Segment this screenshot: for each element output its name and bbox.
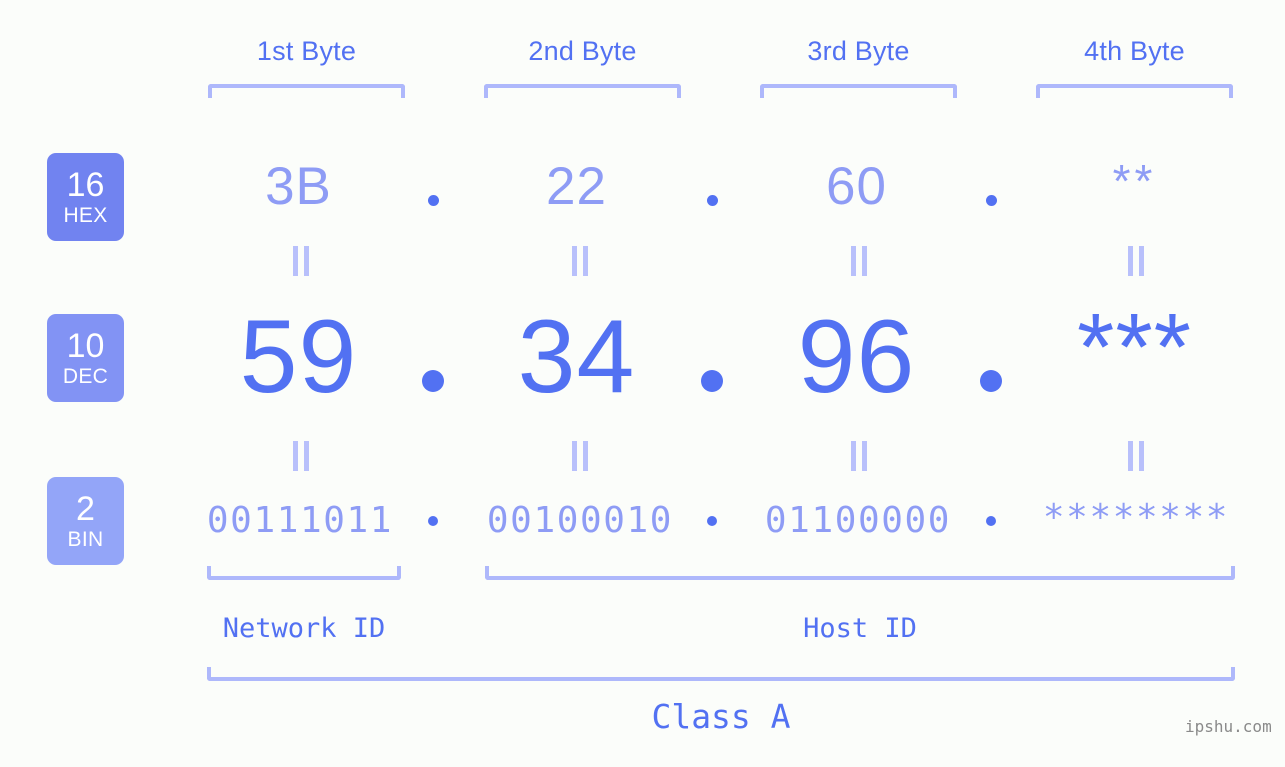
bin-separator-2 xyxy=(707,516,717,526)
site-watermark: ipshu.com xyxy=(1185,717,1272,736)
base-badge-dec-name: DEC xyxy=(62,365,109,388)
equality-mark-3-dec-bin xyxy=(849,441,869,471)
byte-bracket-top-2 xyxy=(484,84,681,98)
hex-separator-2 xyxy=(707,195,718,206)
hex-byte-4: ** xyxy=(1112,155,1157,207)
host-id-label: Host ID xyxy=(803,613,917,644)
dec-byte-4: *** xyxy=(1076,294,1193,401)
base-badge-bin-number: 2 xyxy=(76,490,95,528)
class-bracket xyxy=(207,667,1235,681)
network-id-label: Network ID xyxy=(222,613,386,644)
equality-mark-3-hex-dec xyxy=(849,246,869,276)
dec-byte-3: 96 xyxy=(797,299,916,415)
byte-header-1: 1st Byte xyxy=(256,36,357,66)
dec-byte-2: 34 xyxy=(517,299,636,415)
hex-byte-3: 60 xyxy=(826,157,887,216)
base-badge-dec-number: 10 xyxy=(66,327,105,365)
byte-bracket-top-3 xyxy=(760,84,957,98)
bin-separator-3 xyxy=(986,516,996,526)
bin-byte-4: ******** xyxy=(1042,497,1230,538)
equality-mark-4-hex-dec xyxy=(1126,246,1146,276)
ip-breakdown-diagram: 1st Byte 2nd Byte 3rd Byte 4th Byte 16 H… xyxy=(0,0,1285,767)
byte-header-2: 2nd Byte xyxy=(528,36,637,66)
base-badge-bin-name: BIN xyxy=(67,528,104,551)
bin-byte-1: 00111011 xyxy=(206,500,394,541)
equality-mark-2-dec-bin xyxy=(570,441,590,471)
bin-byte-2: 00100010 xyxy=(486,500,674,541)
equality-mark-1-dec-bin xyxy=(291,441,311,471)
dec-separator-1 xyxy=(422,370,444,392)
equality-mark-2-hex-dec xyxy=(570,246,590,276)
class-label: Class A xyxy=(651,697,791,736)
host-id-bracket xyxy=(485,566,1235,580)
base-badge-dec: 10 DEC xyxy=(47,314,124,402)
dec-separator-2 xyxy=(701,370,723,392)
base-badge-hex-number: 16 xyxy=(66,166,105,204)
byte-bracket-top-4 xyxy=(1036,84,1233,98)
network-id-bracket xyxy=(207,566,401,580)
byte-header-4: 4th Byte xyxy=(1084,36,1185,66)
hex-separator-1 xyxy=(428,195,439,206)
base-badge-hex: 16 HEX xyxy=(47,153,124,241)
hex-byte-1: 3B xyxy=(265,157,332,216)
bin-byte-3: 01100000 xyxy=(764,500,952,541)
byte-header-3: 3rd Byte xyxy=(807,36,910,66)
equality-mark-1-hex-dec xyxy=(291,246,311,276)
equality-mark-4-dec-bin xyxy=(1126,441,1146,471)
hex-byte-2: 22 xyxy=(546,157,607,216)
base-badge-bin: 2 BIN xyxy=(47,477,124,565)
bin-separator-1 xyxy=(428,516,438,526)
hex-separator-3 xyxy=(986,195,997,206)
base-badge-hex-name: HEX xyxy=(63,204,108,227)
dec-byte-1: 59 xyxy=(239,299,358,415)
dec-separator-3 xyxy=(980,370,1002,392)
byte-bracket-top-1 xyxy=(208,84,405,98)
